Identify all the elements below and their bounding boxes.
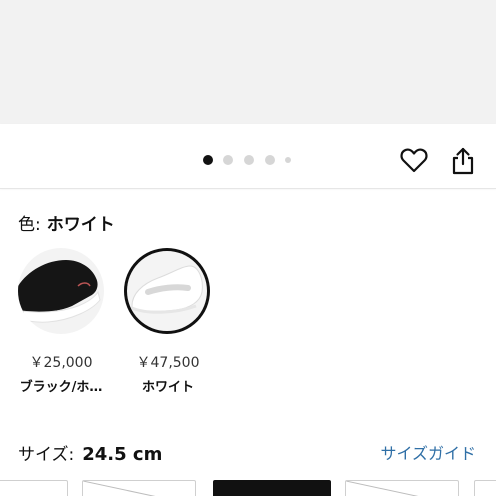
color-option-price: ￥25,000	[29, 355, 93, 371]
heart-icon	[400, 148, 428, 173]
color-option-name: ブラック/ホ…	[19, 380, 103, 395]
favorite-button[interactable]	[398, 144, 430, 176]
black-shoe-thumbnail	[18, 260, 101, 323]
product-image-carousel[interactable]	[0, 0, 496, 124]
color-option-price: ￥47,500	[136, 355, 200, 371]
share-icon	[452, 147, 474, 175]
product-page: 色: ホワイト ￥25,000 ￥47,500 ブラック/ホ… ホワイト サイズ:…	[0, 0, 496, 496]
unavailable-slash-icon	[346, 481, 419, 496]
size-option-tile-selected[interactable]	[213, 480, 331, 496]
color-selection-label: 色: ホワイト	[18, 210, 115, 235]
selected-size: 24.5 cm	[82, 444, 163, 465]
size-option-tile[interactable]	[0, 480, 68, 496]
color-swatch-black[interactable]	[18, 248, 104, 334]
carousel-dot[interactable]	[265, 155, 275, 165]
size-guide-link[interactable]: サイズガイド	[380, 440, 476, 464]
section-divider	[0, 188, 496, 189]
color-label: 色:	[18, 215, 41, 235]
carousel-dot[interactable]	[285, 157, 291, 163]
carousel-dot[interactable]	[223, 155, 233, 165]
carousel-dot[interactable]	[244, 155, 254, 165]
share-button[interactable]	[447, 145, 479, 177]
selected-color: ホワイト	[46, 215, 115, 235]
color-swatch-white[interactable]	[124, 248, 210, 334]
white-shoe-thumbnail	[125, 249, 209, 333]
size-option-tile-unavailable[interactable]	[345, 480, 459, 496]
size-selection-label: サイズ: 24.5 cm	[18, 440, 162, 465]
color-option-name: ホワイト	[141, 380, 194, 395]
size-label: サイズ:	[18, 445, 75, 465]
size-option-tile[interactable]	[474, 480, 496, 496]
carousel-dot[interactable]	[203, 155, 213, 165]
unavailable-slash-icon	[83, 481, 156, 496]
size-option-tile-unavailable[interactable]	[82, 480, 196, 496]
